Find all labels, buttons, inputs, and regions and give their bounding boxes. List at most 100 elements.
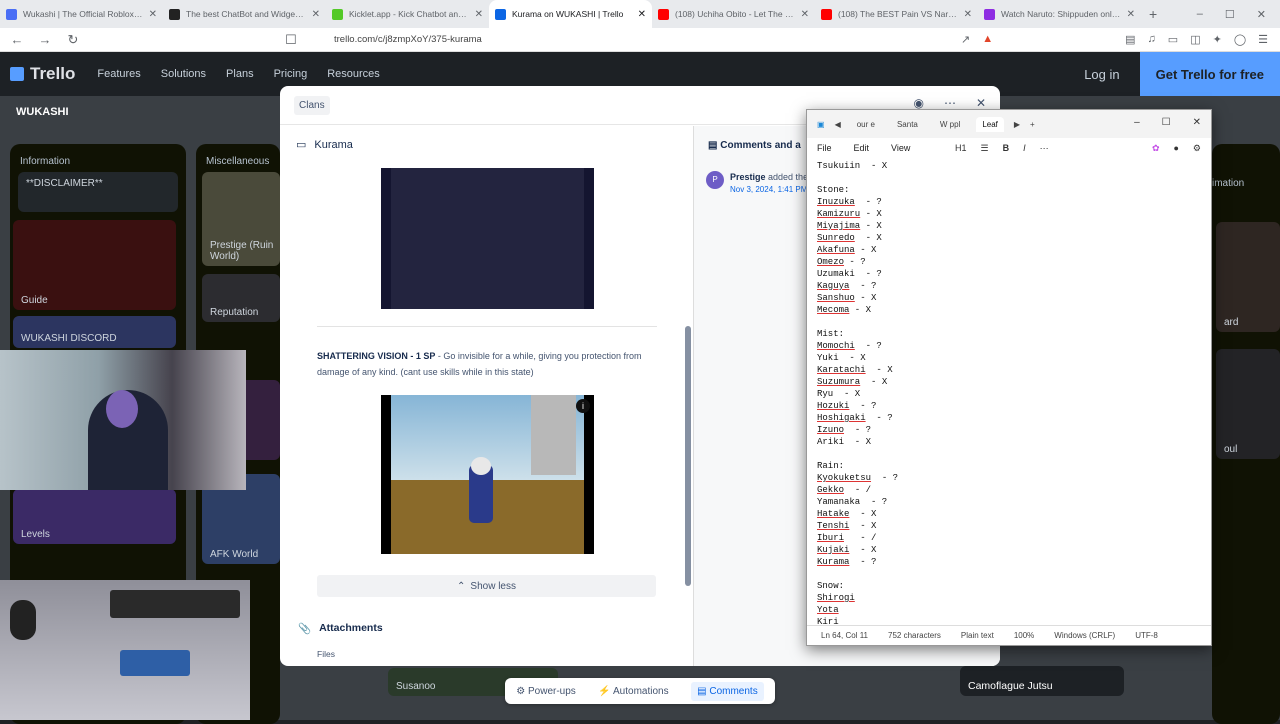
text-line: Sanshuo - X (817, 293, 877, 303)
card-title[interactable]: Kurama (314, 139, 353, 151)
copilot-icon[interactable]: ✿ (1152, 143, 1160, 154)
menu-features[interactable]: Features (97, 68, 140, 80)
notepad-tab[interactable]: Santa (891, 117, 924, 132)
menu-icon[interactable]: ☰ (1258, 33, 1268, 46)
automations-button[interactable]: ⚡ Automations (598, 686, 668, 697)
share-icon[interactable]: ↗ (961, 33, 970, 46)
card-title: Guide (21, 295, 48, 306)
close-icon[interactable]: ✕ (1193, 117, 1201, 128)
browser-tab[interactable]: The best ChatBot and Widgets for Ki ✕ (163, 0, 326, 28)
menu-resources[interactable]: Resources (327, 68, 380, 80)
login-link[interactable]: Log in (1084, 67, 1119, 82)
card-discord[interactable]: WUKASHI DISCORD (13, 316, 176, 348)
bold-icon[interactable]: B (1003, 143, 1010, 154)
extensions-icon[interactable]: ✦ (1213, 33, 1222, 46)
browser-tab[interactable]: Watch Naruto: Shippuden online fre ✕ (978, 0, 1141, 28)
more-icon[interactable]: ⋯ (944, 96, 956, 110)
browser-tab[interactable]: Kurama on WUKASHI | Trello ✕ (489, 0, 652, 28)
tab-close-icon[interactable]: ✕ (1127, 9, 1135, 20)
card-camoflague-jutsu[interactable]: Camoflague Jutsu (960, 666, 1124, 696)
tab-close-icon[interactable]: ✕ (312, 9, 320, 20)
menu-view[interactable]: View (891, 143, 910, 153)
card-reputation[interactable]: Reputation (202, 274, 280, 322)
power-ups-button[interactable]: ⚙ Power-ups (516, 686, 576, 697)
music-icon[interactable]: ♫ (1148, 33, 1156, 46)
new-tab-icon[interactable]: + (1030, 120, 1035, 129)
get-trello-free-button[interactable]: Get Trello for free (1139, 52, 1280, 96)
browser-tab[interactable]: (108) Uchiha Obito - Let The World ✕ (652, 0, 815, 28)
notepad-tab-active[interactable]: Leaf (976, 116, 1004, 132)
activity-user[interactable]: Prestige (730, 172, 766, 182)
card-prestige[interactable]: Prestige (Ruin World) (202, 172, 280, 266)
activity-date[interactable]: Nov 3, 2024, 1:41 PM (730, 185, 807, 194)
tab-close-icon[interactable]: ✕ (475, 9, 483, 20)
url-field[interactable]: trello.com/c/j8zmpXoY/375-kurama (334, 34, 482, 45)
text-line: Mist: (817, 329, 845, 339)
comments-button[interactable]: ▤ Comments (691, 681, 764, 701)
text-line: Kyokuketsu - ? (817, 473, 899, 483)
menu-edit[interactable]: Edit (854, 143, 870, 153)
minimize-icon[interactable]: – (1197, 8, 1203, 21)
settings-icon[interactable]: ⚙ (1193, 143, 1201, 154)
forward-icon[interactable]: → (38, 32, 52, 47)
new-tab-icon[interactable]: + (1141, 6, 1165, 22)
reload-icon[interactable]: ↻ (66, 32, 80, 48)
card-guide[interactable]: Guide (13, 220, 176, 310)
minimize-icon[interactable]: – (1134, 117, 1140, 128)
menu-solutions[interactable]: Solutions (161, 68, 206, 80)
status-line-ending: Windows (CRLF) (1054, 631, 1116, 640)
text-line: Hoshigaki - ? (817, 413, 893, 423)
notepad-tab[interactable]: our e (851, 117, 881, 132)
list-icon[interactable]: ☰ (981, 143, 989, 154)
scrollbar-thumb[interactable] (685, 326, 691, 586)
video-preview-2[interactable]: i (381, 395, 594, 554)
sidebar-icon[interactable]: ▤ (1125, 33, 1135, 46)
close-icon[interactable]: ✕ (1257, 8, 1266, 21)
tab-scroll-left-icon[interactable]: ◀ (835, 120, 841, 129)
notepad-status-bar: Ln 64, Col 11 752 characters Plain text … (807, 625, 1211, 645)
maximize-icon[interactable]: ☐ (1225, 8, 1235, 21)
tab-close-icon[interactable]: ✕ (149, 9, 157, 20)
reader-icon[interactable]: ▭ (1168, 33, 1178, 46)
card-oul[interactable]: oul (1216, 349, 1280, 459)
browser-tab[interactable]: Wukashi | The Official Roblox Websi ✕ (0, 0, 163, 28)
info-icon[interactable]: i (576, 399, 590, 413)
tab-scroll-right-icon[interactable]: ▶ (1014, 120, 1020, 129)
video-preview-1[interactable] (381, 168, 594, 309)
heading-select[interactable]: H1 (955, 143, 967, 154)
text-line: Kamizuru - X (817, 209, 882, 219)
italic-icon[interactable]: I (1023, 143, 1026, 154)
notepad-toolbar-right: ✿ ● ⚙ (1152, 143, 1201, 154)
tab-close-icon[interactable]: ✕ (638, 9, 646, 20)
close-icon[interactable]: ✕ (976, 96, 986, 110)
text-line: Mecoma - X (817, 305, 872, 315)
maximize-icon[interactable]: ☐ (1162, 117, 1171, 128)
trello-logo[interactable]: Trello (10, 64, 75, 84)
brave-shield-icon[interactable]: ▲ (982, 33, 993, 46)
bookmark-icon[interactable]: ☐ (284, 32, 298, 48)
back-icon[interactable]: ← (10, 32, 24, 47)
account-icon[interactable]: ● (1173, 143, 1178, 154)
avatar[interactable]: P (706, 171, 724, 189)
browser-tab[interactable]: Kicklet.app - Kick Chatbot and Over ✕ (326, 0, 489, 28)
status-encoding: UTF-8 (1135, 631, 1158, 640)
card-ard[interactable]: ard (1216, 222, 1280, 332)
wallet-icon[interactable]: ◫ (1190, 33, 1200, 46)
tab-close-icon[interactable]: ✕ (801, 9, 809, 20)
show-less-button[interactable]: ⌃ Show less (317, 575, 656, 597)
browser-tab[interactable]: (108) The BEST Pain VS Naruto Edit ✕ (815, 0, 978, 28)
menu-plans[interactable]: Plans (226, 68, 254, 80)
list-label-button[interactable]: Clans (294, 96, 330, 115)
menu-file[interactable]: File (817, 143, 832, 153)
text-line: Tsukuiin - X (817, 161, 888, 171)
tab-close-icon[interactable]: ✕ (964, 9, 972, 20)
card-disclaimer[interactable]: **DISCLAIMER** (18, 172, 178, 212)
text-line: Iburi - / (817, 533, 877, 543)
more-icon[interactable]: ⋯ (1040, 143, 1049, 154)
watch-icon[interactable]: ◉ (913, 96, 923, 110)
notepad-tab[interactable]: W ppl (934, 117, 966, 132)
menu-pricing[interactable]: Pricing (274, 68, 308, 80)
card-levels[interactable]: Levels (13, 489, 176, 544)
vpn-icon[interactable]: ◯ (1234, 33, 1246, 46)
notepad-text-area[interactable]: Tsukuiin - X Stone: Inuzuka - ? Kamizuru -… (817, 160, 1207, 625)
